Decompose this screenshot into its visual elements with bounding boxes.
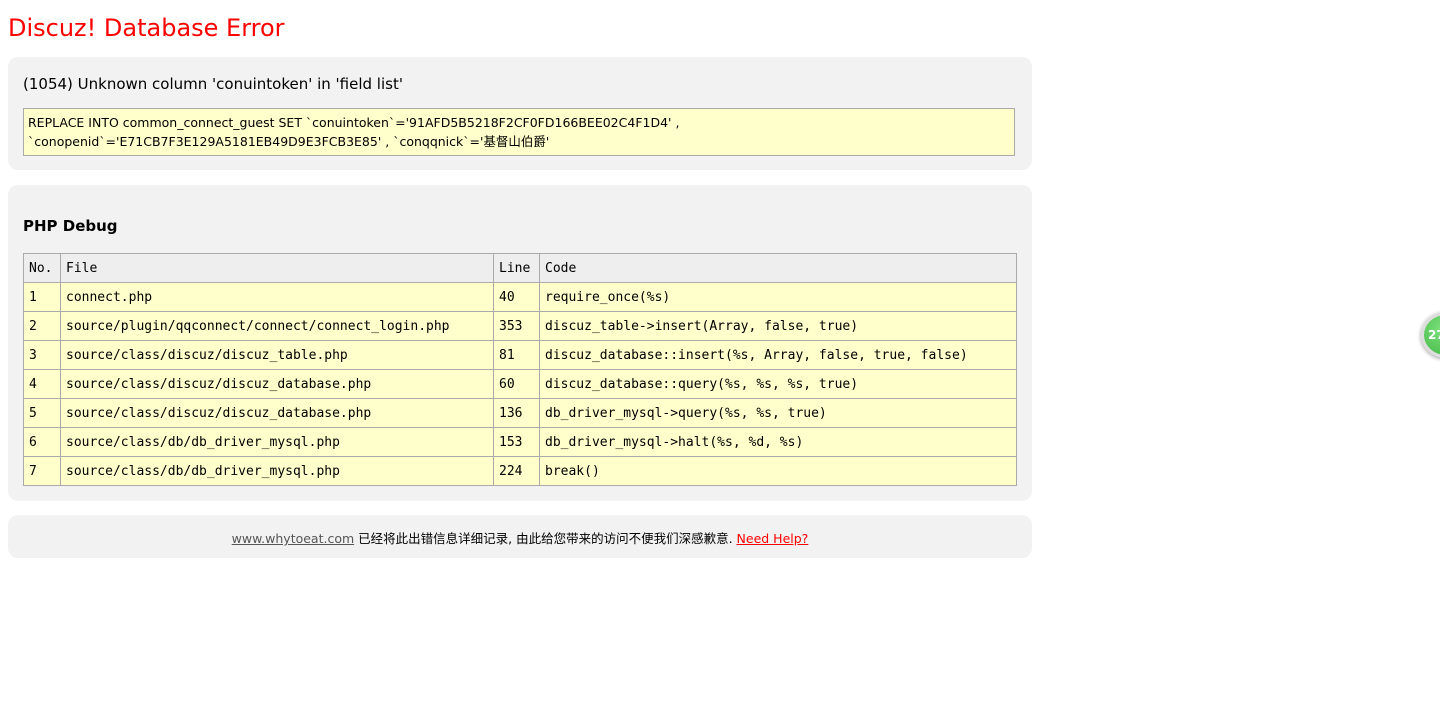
table-cell: db_driver_mysql->halt(%s, %d, %s) xyxy=(539,427,1017,457)
table-cell: source/class/discuz/discuz_database.php xyxy=(60,369,494,399)
table-cell: 353 xyxy=(493,311,540,341)
table-cell: source/plugin/qqconnect/connect/connect_… xyxy=(60,311,494,341)
sql-line: `conopenid`='E71CB7F3E129A5181EB49D9E3FC… xyxy=(28,134,550,149)
table-row: 3 source/class/discuz/discuz_table.php 81 d… xyxy=(23,340,1017,370)
table-cell: 60 xyxy=(493,369,540,399)
need-help-link[interactable]: Need Help? xyxy=(737,531,809,546)
table-cell: 81 xyxy=(493,340,540,370)
error-panel: (1054) Unknown column 'conuintoken' in '… xyxy=(8,57,1032,170)
table-cell: 2 xyxy=(23,311,61,341)
table-row: 1 connect.php 40 require_once(%s) xyxy=(23,282,1017,312)
table-cell: source/class/discuz/discuz_table.php xyxy=(60,340,494,370)
table-cell: 6 xyxy=(23,427,61,457)
column-header: File xyxy=(60,253,494,283)
page-title: Discuz! Database Error xyxy=(8,14,285,42)
table-cell: source/class/db/db_driver_mysql.php xyxy=(60,456,494,486)
table-row: 6 source/class/db/db_driver_mysql.php 153 d… xyxy=(23,427,1017,457)
error-message: (1054) Unknown column 'conuintoken' in '… xyxy=(23,75,403,93)
footer-panel: www.whytoeat.com 已经将此出错信息详细记录, 由此给您带来的访问… xyxy=(8,515,1032,558)
debug-panel: PHP Debug No. File Line Code 1 connect.ph… xyxy=(8,185,1032,501)
table-row: 4 source/class/discuz/discuz_database.php… xyxy=(23,369,1017,399)
table-cell: 1 xyxy=(23,282,61,312)
column-header: No. xyxy=(23,253,61,283)
table-cell: require_once(%s) xyxy=(539,282,1017,312)
table-cell: connect.php xyxy=(60,282,494,312)
table-cell: 4 xyxy=(23,369,61,399)
apology-text: 已经将此出错信息详细记录, 由此给您带来的访问不便我们深感歉意. xyxy=(354,531,737,546)
sql-query: REPLACE INTO common_connect_guest SET `c… xyxy=(23,108,1015,156)
table-cell: 5 xyxy=(23,398,61,428)
column-header: Line xyxy=(493,253,540,283)
table-row: 7 source/class/db/db_driver_mysql.php 224 b… xyxy=(23,456,1017,486)
table-cell: 7 xyxy=(23,456,61,486)
table-cell: discuz_table->insert(Array, false, true) xyxy=(539,311,1017,341)
floating-count-badge[interactable]: 27 xyxy=(1421,312,1440,358)
table-cell: db_driver_mysql->query(%s, %s, true) xyxy=(539,398,1017,428)
table-cell: source/class/db/db_driver_mysql.php xyxy=(60,427,494,457)
table-cell: 40 xyxy=(493,282,540,312)
debug-table: No. File Line Code 1 connect.php 40 require… xyxy=(23,253,1017,486)
table-cell: discuz_database::query(%s, %s, %s, true) xyxy=(539,369,1017,399)
site-link[interactable]: www.whytoeat.com xyxy=(232,531,355,546)
sql-line: REPLACE INTO common_connect_guest SET `c… xyxy=(28,115,680,130)
debug-heading: PHP Debug xyxy=(23,217,118,235)
table-row: 5 source/class/discuz/discuz_database.php… xyxy=(23,398,1017,428)
column-header: Code xyxy=(539,253,1017,283)
table-cell: 136 xyxy=(493,398,540,428)
table-header-row: No. File Line Code xyxy=(23,253,1017,283)
table-row: 2 source/plugin/qqconnect/connect/connect… xyxy=(23,311,1017,341)
table-cell: discuz_database::insert(%s, Array, false… xyxy=(539,340,1017,370)
table-cell: break() xyxy=(539,456,1017,486)
table-cell: source/class/discuz/discuz_database.php xyxy=(60,398,494,428)
table-cell: 3 xyxy=(23,340,61,370)
footer-text: www.whytoeat.com 已经将此出错信息详细记录, 由此给您带来的访问… xyxy=(8,528,1032,547)
table-cell: 153 xyxy=(493,427,540,457)
table-cell: 224 xyxy=(493,456,540,486)
